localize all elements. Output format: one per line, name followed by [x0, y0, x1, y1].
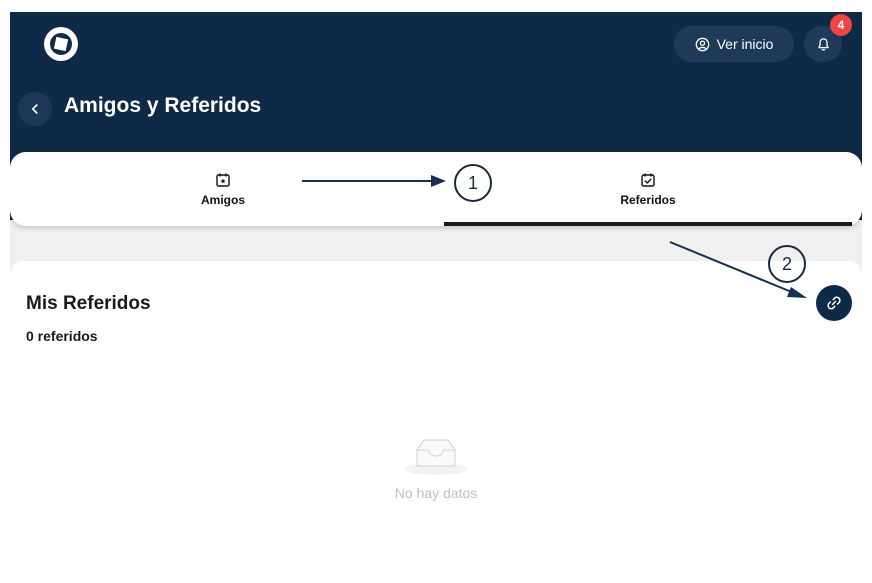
annotation-marker-1: 1 [454, 164, 492, 202]
annotation-arrows [302, 175, 807, 298]
app-frame: Ver inicio 4 Amigos y Referidos Amigos R… [10, 12, 862, 583]
annotation-marker-2: 2 [768, 245, 806, 283]
